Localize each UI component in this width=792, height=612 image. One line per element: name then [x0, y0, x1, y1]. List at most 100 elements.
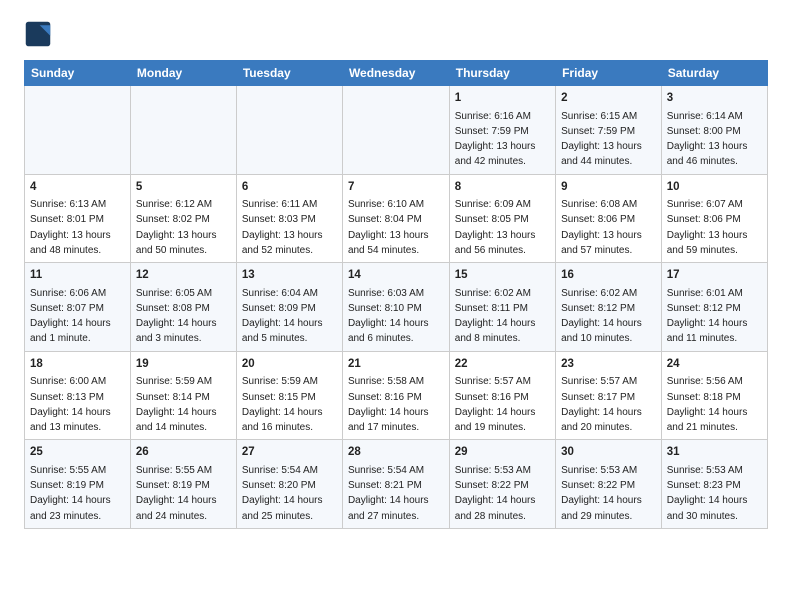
calendar-cell: 13 Sunrise: 6:04 AM Sunset: 8:09 PM Dayli… — [236, 263, 342, 352]
calendar-cell: 24 Sunrise: 5:56 AM Sunset: 8:18 PM Dayli… — [661, 351, 767, 440]
calendar-cell — [342, 86, 449, 175]
day-content: Sunrise: 6:08 AM Sunset: 8:06 PM Dayligh… — [561, 199, 642, 256]
calendar-cell: 4 Sunrise: 6:13 AM Sunset: 8:01 PM Daylig… — [25, 174, 131, 263]
day-number: 9 — [561, 179, 656, 196]
day-number: 6 — [242, 179, 337, 196]
day-number: 2 — [561, 90, 656, 107]
day-content: Sunrise: 6:10 AM Sunset: 8:04 PM Dayligh… — [348, 199, 429, 256]
day-number: 22 — [455, 356, 550, 373]
logo-icon — [24, 20, 52, 48]
day-header-saturday: Saturday — [661, 61, 767, 86]
day-number: 21 — [348, 356, 444, 373]
day-number: 3 — [667, 90, 762, 107]
day-number: 26 — [136, 444, 231, 461]
day-content: Sunrise: 5:56 AM Sunset: 8:18 PM Dayligh… — [667, 376, 748, 433]
calendar-cell: 14 Sunrise: 6:03 AM Sunset: 8:10 PM Dayli… — [342, 263, 449, 352]
calendar-header-row: SundayMondayTuesdayWednesdayThursdayFrid… — [25, 61, 768, 86]
day-number: 14 — [348, 267, 444, 284]
day-content: Sunrise: 6:09 AM Sunset: 8:05 PM Dayligh… — [455, 199, 536, 256]
calendar-cell: 12 Sunrise: 6:05 AM Sunset: 8:08 PM Dayli… — [130, 263, 236, 352]
calendar-cell: 25 Sunrise: 5:55 AM Sunset: 8:19 PM Dayli… — [25, 440, 131, 529]
day-header-sunday: Sunday — [25, 61, 131, 86]
calendar-cell: 18 Sunrise: 6:00 AM Sunset: 8:13 PM Dayli… — [25, 351, 131, 440]
day-content: Sunrise: 6:14 AM Sunset: 8:00 PM Dayligh… — [667, 111, 748, 168]
calendar-cell: 23Sunrise: 5:57 AM Sunset: 8:17 PM Dayli… — [556, 351, 662, 440]
day-number: 18 — [30, 356, 125, 373]
day-content: Sunrise: 5:54 AM Sunset: 8:20 PM Dayligh… — [242, 465, 323, 522]
calendar-cell: 17 Sunrise: 6:01 AM Sunset: 8:12 PM Dayli… — [661, 263, 767, 352]
calendar-cell: 26 Sunrise: 5:55 AM Sunset: 8:19 PM Dayli… — [130, 440, 236, 529]
day-number: 11 — [30, 267, 125, 284]
day-number: 15 — [455, 267, 550, 284]
day-content: Sunrise: 5:58 AM Sunset: 8:16 PM Dayligh… — [348, 376, 429, 433]
calendar-week-row: 11Sunrise: 6:06 AM Sunset: 8:07 PM Dayli… — [25, 263, 768, 352]
day-number: 29 — [455, 444, 550, 461]
day-number: 13 — [242, 267, 337, 284]
day-content: Sunrise: 6:02 AM Sunset: 8:11 PM Dayligh… — [455, 288, 536, 345]
calendar-cell: 3 Sunrise: 6:14 AM Sunset: 8:00 PM Daylig… — [661, 86, 767, 175]
day-number: 17 — [667, 267, 762, 284]
day-header-friday: Friday — [556, 61, 662, 86]
calendar-week-row: 25 Sunrise: 5:55 AM Sunset: 8:19 PM Dayli… — [25, 440, 768, 529]
day-content: Sunrise: 6:13 AM Sunset: 8:01 PM Dayligh… — [30, 199, 111, 256]
day-content: Sunrise: 6:07 AM Sunset: 8:06 PM Dayligh… — [667, 199, 748, 256]
calendar-cell: 7Sunrise: 6:10 AM Sunset: 8:04 PM Daylig… — [342, 174, 449, 263]
day-content: Sunrise: 6:05 AM Sunset: 8:08 PM Dayligh… — [136, 288, 217, 345]
day-number: 16 — [561, 267, 656, 284]
day-content: Sunrise: 6:01 AM Sunset: 8:12 PM Dayligh… — [667, 288, 748, 345]
day-content: Sunrise: 5:55 AM Sunset: 8:19 PM Dayligh… — [136, 465, 217, 522]
calendar-week-row: 1Sunrise: 6:16 AM Sunset: 7:59 PM Daylig… — [25, 86, 768, 175]
day-content: Sunrise: 6:00 AM Sunset: 8:13 PM Dayligh… — [30, 376, 111, 433]
day-number: 10 — [667, 179, 762, 196]
day-content: Sunrise: 6:04 AM Sunset: 8:09 PM Dayligh… — [242, 288, 323, 345]
calendar-cell: 9 Sunrise: 6:08 AM Sunset: 8:06 PM Daylig… — [556, 174, 662, 263]
day-header-wednesday: Wednesday — [342, 61, 449, 86]
day-header-monday: Monday — [130, 61, 236, 86]
day-number: 25 — [30, 444, 125, 461]
calendar-cell: 11Sunrise: 6:06 AM Sunset: 8:07 PM Dayli… — [25, 263, 131, 352]
calendar-cell: 10 Sunrise: 6:07 AM Sunset: 8:06 PM Dayli… — [661, 174, 767, 263]
day-number: 1 — [455, 90, 550, 107]
day-number: 19 — [136, 356, 231, 373]
day-number: 27 — [242, 444, 337, 461]
day-number: 12 — [136, 267, 231, 284]
day-number: 30 — [561, 444, 656, 461]
calendar-cell: 8Sunrise: 6:09 AM Sunset: 8:05 PM Daylig… — [449, 174, 555, 263]
day-header-tuesday: Tuesday — [236, 61, 342, 86]
page-header — [24, 20, 768, 48]
day-header-thursday: Thursday — [449, 61, 555, 86]
calendar-cell: 22Sunrise: 5:57 AM Sunset: 8:16 PM Dayli… — [449, 351, 555, 440]
calendar-table: SundayMondayTuesdayWednesdayThursdayFrid… — [24, 60, 768, 529]
calendar-cell: 21 Sunrise: 5:58 AM Sunset: 8:16 PM Dayli… — [342, 351, 449, 440]
logo — [24, 20, 56, 48]
calendar-cell: 15 Sunrise: 6:02 AM Sunset: 8:11 PM Dayli… — [449, 263, 555, 352]
day-content: Sunrise: 6:12 AM Sunset: 8:02 PM Dayligh… — [136, 199, 217, 256]
calendar-week-row: 4 Sunrise: 6:13 AM Sunset: 8:01 PM Daylig… — [25, 174, 768, 263]
day-content: Sunrise: 6:02 AM Sunset: 8:12 PM Dayligh… — [561, 288, 642, 345]
calendar-cell — [130, 86, 236, 175]
calendar-cell: 2 Sunrise: 6:15 AM Sunset: 7:59 PM Daylig… — [556, 86, 662, 175]
calendar-week-row: 18 Sunrise: 6:00 AM Sunset: 8:13 PM Dayli… — [25, 351, 768, 440]
day-content: Sunrise: 5:53 AM Sunset: 8:22 PM Dayligh… — [455, 465, 536, 522]
day-content: Sunrise: 5:55 AM Sunset: 8:19 PM Dayligh… — [30, 465, 111, 522]
calendar-cell: 29 Sunrise: 5:53 AM Sunset: 8:22 PM Dayli… — [449, 440, 555, 529]
day-number: 31 — [667, 444, 762, 461]
day-content: Sunrise: 6:11 AM Sunset: 8:03 PM Dayligh… — [242, 199, 323, 256]
day-content: Sunrise: 6:15 AM Sunset: 7:59 PM Dayligh… — [561, 111, 642, 168]
calendar-cell: 5 Sunrise: 6:12 AM Sunset: 8:02 PM Daylig… — [130, 174, 236, 263]
calendar-cell: 27 Sunrise: 5:54 AM Sunset: 8:20 PM Dayli… — [236, 440, 342, 529]
day-number: 5 — [136, 179, 231, 196]
day-number: 24 — [667, 356, 762, 373]
day-content: Sunrise: 6:03 AM Sunset: 8:10 PM Dayligh… — [348, 288, 429, 345]
calendar-cell: 6 Sunrise: 6:11 AM Sunset: 8:03 PM Daylig… — [236, 174, 342, 263]
calendar-cell: 19Sunrise: 5:59 AM Sunset: 8:14 PM Dayli… — [130, 351, 236, 440]
calendar-cell — [236, 86, 342, 175]
day-number: 28 — [348, 444, 444, 461]
calendar-cell — [25, 86, 131, 175]
day-number: 20 — [242, 356, 337, 373]
calendar-cell: 1Sunrise: 6:16 AM Sunset: 7:59 PM Daylig… — [449, 86, 555, 175]
day-number: 4 — [30, 179, 125, 196]
calendar-cell: 31Sunrise: 5:53 AM Sunset: 8:23 PM Dayli… — [661, 440, 767, 529]
day-content: Sunrise: 5:53 AM Sunset: 8:22 PM Dayligh… — [561, 465, 642, 522]
day-content: Sunrise: 5:57 AM Sunset: 8:17 PM Dayligh… — [561, 376, 642, 433]
